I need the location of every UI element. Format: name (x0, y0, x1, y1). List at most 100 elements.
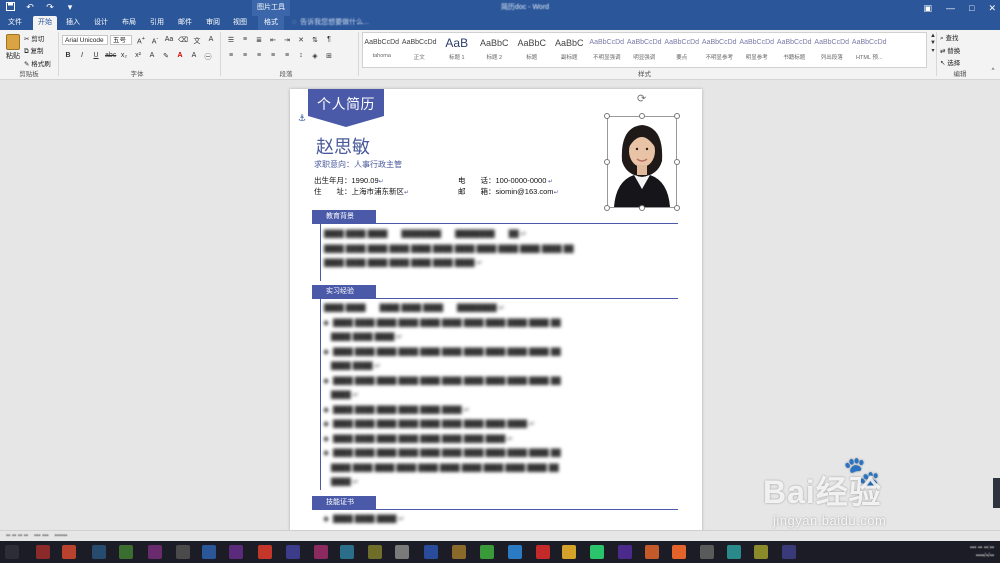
paste-button[interactable]: 粘贴 (4, 32, 22, 62)
show-marks-icon[interactable]: ¶ (324, 36, 334, 44)
grow-font-icon[interactable]: A+ (136, 36, 146, 46)
bullets-icon[interactable]: ☰ (226, 36, 236, 44)
app-icon[interactable] (119, 545, 133, 559)
start-icon[interactable] (5, 545, 19, 559)
style-item[interactable]: AaBbCcDd 明显参考 (738, 33, 776, 67)
sort-icon[interactable]: ⇅ (310, 36, 320, 44)
phone-row[interactable]: 电 话：100-0000-0000 ↵ (458, 175, 553, 186)
app-icon[interactable] (782, 545, 796, 559)
app-icon[interactable] (286, 545, 300, 559)
wechat-icon[interactable] (480, 545, 494, 559)
resize-handle[interactable] (639, 113, 645, 119)
replace-button[interactable]: ⇄ 替换 (940, 45, 960, 55)
phonetic-icon[interactable]: 文 (192, 36, 202, 46)
font-size-select[interactable]: 五号 (110, 35, 132, 45)
collapse-ribbon-icon[interactable]: ^ (988, 68, 998, 74)
minimize-icon[interactable]: — (946, 0, 955, 16)
style-item[interactable]: AaBbC 标题 (513, 33, 551, 67)
numbering-icon[interactable]: ≡ (240, 36, 250, 44)
app-icon[interactable] (562, 545, 576, 559)
justify-icon[interactable]: ≡ (268, 52, 278, 60)
tab-home[interactable]: 开始 (33, 16, 57, 30)
tab-format[interactable]: 格式 (258, 16, 284, 30)
cut-button[interactable]: ✂ 剪切 (24, 33, 51, 43)
resume-title[interactable]: 个人简历 (317, 94, 375, 114)
bold-icon[interactable]: B (63, 52, 73, 62)
save-icon[interactable] (4, 2, 16, 13)
word-app-icon[interactable] (202, 545, 216, 559)
word-count-status[interactable]: ▪▪▪ ▪▪▪ (34, 533, 48, 539)
resize-handle[interactable] (639, 205, 645, 211)
candidate-name[interactable]: 赵思敏 (316, 133, 370, 159)
profile-photo[interactable] (607, 116, 677, 208)
align-left-icon[interactable]: ≡ (226, 52, 236, 60)
section-education-title[interactable]: 教育背景 (312, 210, 376, 223)
app-icon[interactable] (452, 545, 466, 559)
style-item[interactable]: AaBbCcDd HTML 预... (851, 33, 889, 67)
strikethrough-icon[interactable]: abc (105, 52, 116, 62)
email-row[interactable]: 邮 箱：siomin@163.com↵ (458, 186, 559, 197)
shrink-font-icon[interactable]: A- (150, 36, 160, 46)
app-icon[interactable] (727, 545, 741, 559)
char-border-icon[interactable]: A (206, 36, 216, 46)
resize-handle[interactable] (674, 113, 680, 119)
font-name-select[interactable]: Arial Unicode (62, 35, 108, 45)
resize-handle[interactable] (604, 205, 610, 211)
subscript-icon[interactable]: x₂ (119, 52, 129, 62)
app-icon[interactable] (590, 545, 604, 559)
select-button[interactable]: ↖ 选择 (940, 57, 960, 67)
tab-layout[interactable]: 布局 (118, 16, 140, 30)
line-spacing-icon[interactable]: ↕ (296, 52, 306, 60)
style-item[interactable]: AaBbCcDd 列出段落 (813, 33, 851, 67)
page-count-status[interactable]: ▪▪ ▪▪ ▪▪ ▪▪ (6, 533, 28, 539)
format-painter-button[interactable]: ✎ 格式刷 (24, 58, 51, 68)
language-status[interactable]: ▪▪▪▪▪▪ (54, 533, 67, 539)
style-item[interactable]: AaBbC 副标题 (551, 33, 589, 67)
font-color-icon[interactable]: A (175, 52, 185, 62)
style-item[interactable]: AaBbCcDd 不明显强调 (588, 33, 626, 67)
redo-icon[interactable]: ↷ (44, 2, 56, 13)
app-icon[interactable] (314, 545, 328, 559)
resize-handle[interactable] (674, 205, 680, 211)
app-icon[interactable] (340, 545, 354, 559)
section-skills-title[interactable]: 技能证书 (312, 496, 376, 509)
tab-mailings[interactable]: 邮件 (174, 16, 196, 30)
resize-handle[interactable] (604, 159, 610, 165)
app-icon[interactable] (508, 545, 522, 559)
tab-review[interactable]: 审阅 (202, 16, 224, 30)
system-tray[interactable]: ▪▪▪ ▪▪ ▪▪:▪▪ ▪▪▪▪/▪/▪▪ (970, 544, 994, 560)
underline-icon[interactable]: U (91, 52, 101, 62)
shading-icon[interactable]: ◈ (310, 52, 320, 60)
increase-indent-icon[interactable]: ⇥ (282, 36, 292, 44)
style-item[interactable]: AaBbC 标题 2 (476, 33, 514, 67)
app-icon[interactable] (618, 545, 632, 559)
copy-button[interactable]: ⧉ 复制 (24, 45, 51, 56)
style-item[interactable]: AaB 标题 1 (438, 33, 476, 67)
resize-handle[interactable] (604, 113, 610, 119)
maximize-icon[interactable]: □ (969, 0, 974, 16)
app-icon[interactable] (148, 545, 162, 559)
rotate-handle-icon[interactable]: ⟳ (637, 92, 646, 105)
app-icon[interactable] (536, 545, 550, 559)
style-item[interactable]: AaBbCcDd 明显强调 (626, 33, 664, 67)
tell-me-box[interactable]: ◌ 告诉我您想要做什么... (292, 16, 369, 30)
tab-design[interactable]: 设计 (90, 16, 112, 30)
ribbon-display-icon[interactable]: ▣ (924, 0, 933, 16)
app-icon[interactable] (176, 545, 190, 559)
style-item[interactable]: AaBbCcDd 要点 (663, 33, 701, 67)
app-icon[interactable] (62, 545, 76, 559)
customize-icon[interactable]: ▾ (64, 2, 76, 13)
app-icon[interactable] (645, 545, 659, 559)
app-icon[interactable] (395, 545, 409, 559)
document-page[interactable]: 个人简历 ⚓ 赵思敏 求职意向：人事行政主管 出生年月：1990.09↵ 电 话… (290, 89, 702, 530)
section-experience-title[interactable]: 实习经验 (312, 285, 376, 298)
enclose-char-icon[interactable]: ㊀ (203, 52, 213, 62)
decrease-indent-icon[interactable]: ⇤ (268, 36, 278, 44)
app-icon[interactable] (754, 545, 768, 559)
close-icon[interactable]: ✕ (988, 0, 996, 16)
char-shading-icon[interactable]: A (189, 52, 199, 62)
change-case-icon[interactable]: Aa (164, 36, 174, 46)
app-icon[interactable] (700, 545, 714, 559)
firefox-icon[interactable] (672, 545, 686, 559)
align-center-icon[interactable]: ≡ (240, 52, 250, 60)
